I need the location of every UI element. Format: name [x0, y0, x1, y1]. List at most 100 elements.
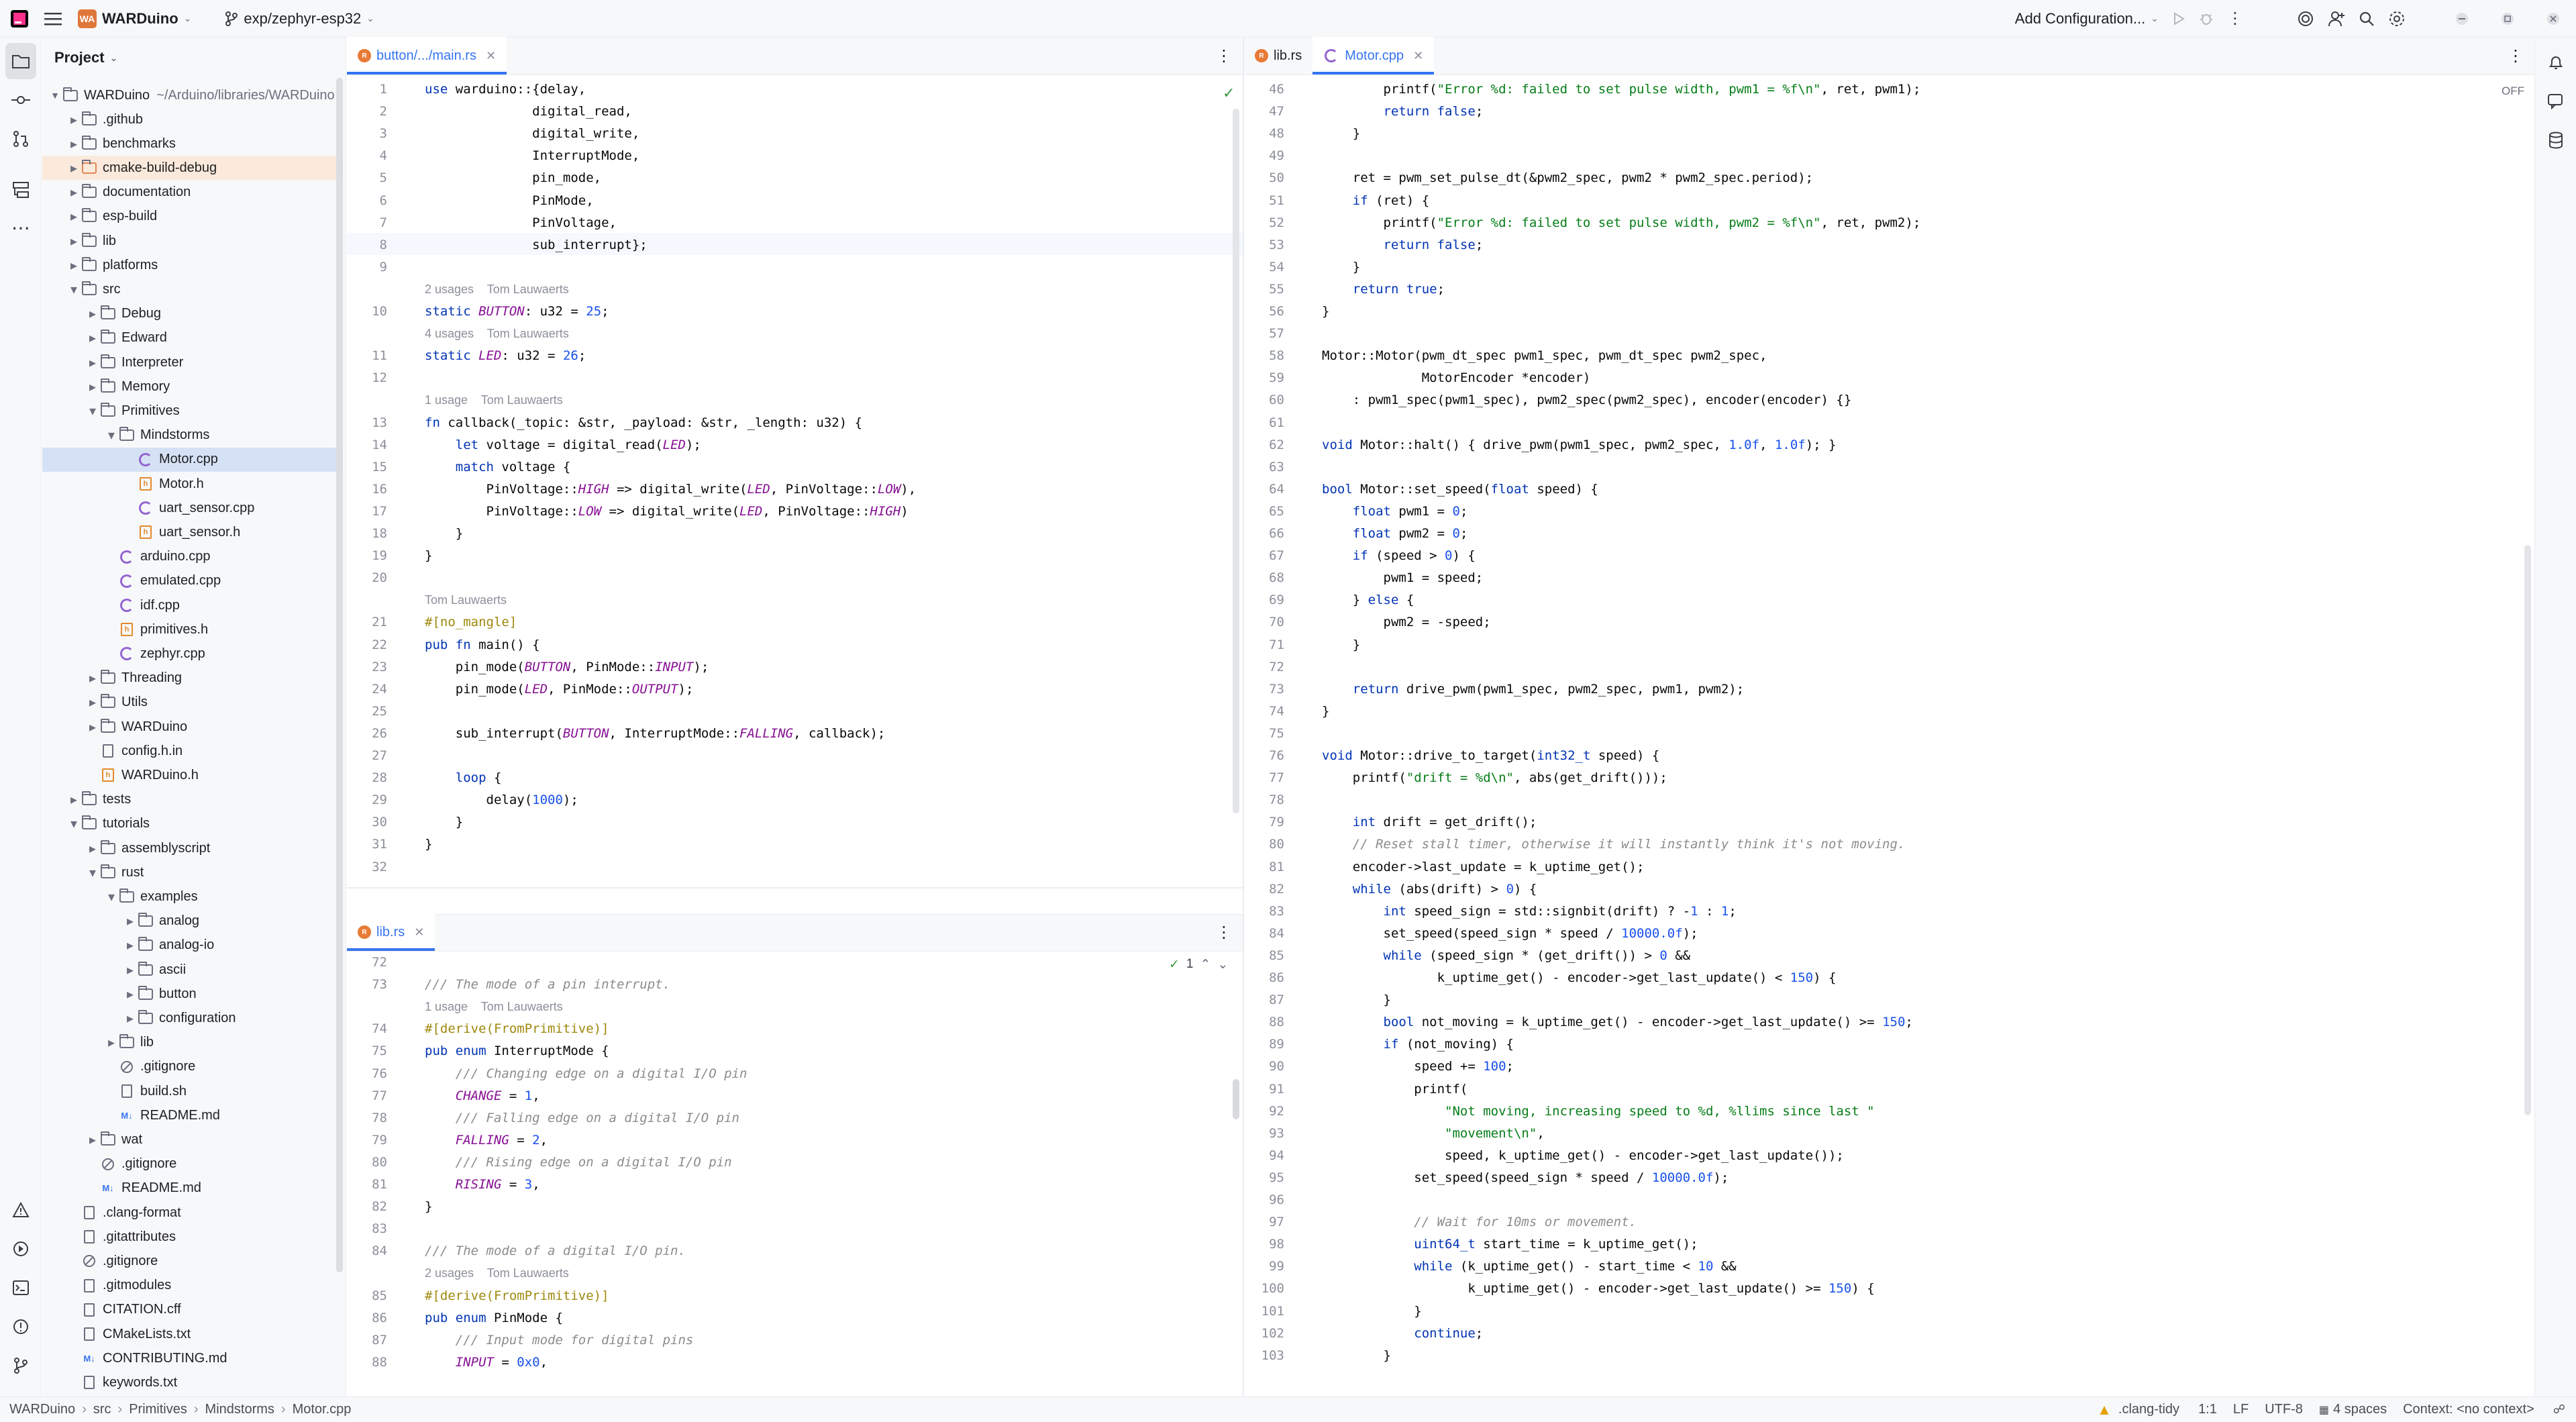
code-vision-hint[interactable]: 4 usages Tom Lauwaerts [425, 323, 569, 345]
tree-item[interactable]: ▸ cmake-build-debug [42, 156, 338, 181]
tree-item[interactable]: config.h.in [42, 739, 338, 763]
code-vision-hint[interactable]: 1 usage Tom Lauwaerts [425, 389, 563, 411]
tree-item[interactable]: ▸ Memory [42, 374, 338, 399]
database-button[interactable] [2535, 122, 2576, 158]
chevron-right-icon[interactable]: ▸ [66, 258, 81, 273]
tree-item[interactable]: ▸ Edward [42, 326, 338, 350]
tab-main-rs[interactable]: R button/.../main.rs ✕ [347, 37, 507, 74]
tree-item[interactable]: uart_sensor.cpp [42, 496, 338, 520]
chevron-right-icon[interactable]: ▸ [85, 379, 100, 395]
code-vision-hint[interactable]: 2 usages Tom Lauwaerts [425, 1262, 569, 1284]
app-logo[interactable] [0, 0, 35, 38]
tree-item[interactable]: ▾ Mindstorms [42, 423, 338, 448]
run-button[interactable] [2165, 0, 2192, 38]
settings-button[interactable] [2381, 0, 2412, 38]
more-tools-button[interactable]: ⋯ [0, 209, 42, 246]
tab-lib-rs[interactable]: R lib.rs ✕ [347, 913, 435, 951]
chevron-right-icon[interactable]: ▸ [123, 986, 138, 1002]
breadcrumb-item[interactable]: Motor.cpp [293, 1402, 352, 1417]
search-everywhere-button[interactable] [2352, 0, 2381, 38]
tree-item[interactable]: h WARDuino.h [42, 763, 338, 787]
tree-item[interactable]: ▸ wat [42, 1127, 338, 1152]
chevron-down-icon[interactable]: ▾ [104, 428, 119, 443]
problems-info-button[interactable] [0, 1309, 42, 1345]
indent-widget[interactable]: ▦ 4 spaces [2311, 1402, 2395, 1417]
services-tool-button[interactable] [0, 1231, 42, 1267]
tree-item[interactable]: ▸ .github [42, 107, 338, 132]
code-vision-hint[interactable]: 2 usages Tom Lauwaerts [425, 278, 569, 301]
tree-item[interactable]: CMakeLists.txt [42, 1322, 338, 1346]
lib-rs-editor[interactable]: ✓ 1 ⌃ ⌄ 72 73 /// The mode of a pin interr… [347, 952, 1243, 1368]
file-encoding[interactable]: UTF-8 [2257, 1402, 2311, 1417]
lock-icon[interactable]: ☍ [2542, 1403, 2576, 1417]
chevron-right-icon[interactable]: ▸ [123, 1011, 138, 1026]
editor-scrollbar[interactable] [1233, 109, 1239, 813]
editor-scrollbar[interactable] [2524, 545, 2531, 1115]
chevron-right-icon[interactable]: ▸ [85, 671, 100, 686]
chevron-right-icon[interactable]: ▸ [104, 1035, 119, 1050]
tree-item[interactable]: ▸ Debug [42, 302, 338, 326]
tree-item[interactable]: Motor.cpp [42, 447, 338, 472]
tree-item[interactable]: ▸ button [42, 982, 338, 1006]
tree-item[interactable]: CITATION.cff [42, 1298, 338, 1322]
commit-tool-button[interactable] [0, 82, 42, 118]
maximize-button[interactable] [2485, 0, 2530, 38]
tree-item[interactable]: ▸ lib [42, 1031, 338, 1055]
chevron-right-icon[interactable]: ▸ [85, 1132, 100, 1148]
tree-item[interactable]: h primitives.h [42, 617, 338, 642]
chevron-right-icon[interactable]: ▸ [66, 234, 81, 249]
chevron-right-icon[interactable]: ▸ [66, 160, 81, 176]
tree-item[interactable]: idf.cpp [42, 593, 338, 617]
notifications-button[interactable] [2535, 44, 2576, 81]
editor-scrollbar[interactable] [1233, 1079, 1239, 1119]
breadcrumb-item[interactable]: src [93, 1402, 111, 1417]
chevron-right-icon[interactable]: ▸ [66, 112, 81, 128]
chevron-right-icon[interactable]: ▸ [123, 914, 138, 929]
pull-requests-button[interactable] [0, 121, 42, 157]
tree-item[interactable]: ▸ Threading [42, 666, 338, 691]
chevron-down-icon[interactable]: ▾ [104, 889, 119, 905]
run-configuration-selector[interactable]: Add Configuration... ⌄ [2008, 0, 2165, 38]
tree-item[interactable]: emulated.cpp [42, 569, 338, 593]
minimize-button[interactable] [2439, 0, 2485, 38]
tree-item[interactable]: ▸ analog-io [42, 933, 338, 958]
breadcrumb-item[interactable]: Mindstorms [205, 1402, 274, 1417]
clang-tidy-widget[interactable]: ▲ .clang-tidy [2086, 1401, 2190, 1419]
branch-selector[interactable]: exp/zephyr-esp32 ⌄ [218, 0, 381, 38]
tree-item[interactable]: ▾ Primitives [42, 399, 338, 423]
close-icon[interactable]: ✕ [486, 49, 496, 63]
inspection-widget[interactable]: ✓ 1 ⌃ ⌄ [1169, 957, 1228, 972]
chevron-right-icon[interactable]: ▸ [85, 695, 100, 710]
close-icon[interactable]: ✕ [414, 925, 424, 939]
tree-item[interactable]: ▾ examples [42, 884, 338, 909]
terminal-tool-button[interactable] [0, 1270, 42, 1306]
project-tool-button[interactable] [5, 43, 36, 79]
chevron-right-icon[interactable]: ▸ [66, 136, 81, 152]
more-actions-button[interactable]: ⋮ [2220, 0, 2250, 38]
tree-item[interactable]: .clang-format [42, 1201, 338, 1225]
tree-item[interactable]: ▾ src [42, 277, 338, 301]
project-scrollbar[interactable] [336, 78, 343, 1272]
tree-item[interactable]: zephyr.cpp [42, 642, 338, 666]
tree-item[interactable]: ▾ rust [42, 860, 338, 884]
tree-item[interactable]: keywords.txt [42, 1370, 338, 1394]
chevron-right-icon[interactable]: ▸ [66, 209, 81, 224]
tree-item[interactable]: ▸ benchmarks [42, 132, 338, 156]
ai-chat-button[interactable] [2535, 83, 2576, 119]
splitter[interactable] [347, 887, 1243, 888]
context-widget[interactable]: Context: <no context> [2395, 1402, 2542, 1417]
motor-cpp-editor[interactable]: OFF 46 printf("Error %d: failed to set p… [1244, 75, 2534, 1368]
tree-item[interactable]: ▸ documentation [42, 181, 338, 205]
structure-tool-button[interactable] [0, 172, 42, 208]
tree-item[interactable]: .gitmodules [42, 1274, 338, 1298]
tree-item[interactable]: .gitignore [42, 1249, 338, 1273]
code-vision-hint[interactable]: Tom Lauwaerts [425, 589, 507, 611]
tab-lib-rs[interactable]: R lib.rs [1244, 37, 1312, 74]
editor-options-button[interactable]: ⋮ [2497, 37, 2534, 74]
breadcrumb-item[interactable]: WARDuino [9, 1402, 75, 1417]
debug-button[interactable] [2192, 0, 2220, 38]
chevron-right-icon[interactable]: ▸ [85, 719, 100, 735]
chevron-right-icon[interactable]: ▸ [85, 841, 100, 856]
chevron-down-icon[interactable]: ▾ [85, 865, 100, 880]
tree-item[interactable]: ▾ tutorials [42, 812, 338, 836]
